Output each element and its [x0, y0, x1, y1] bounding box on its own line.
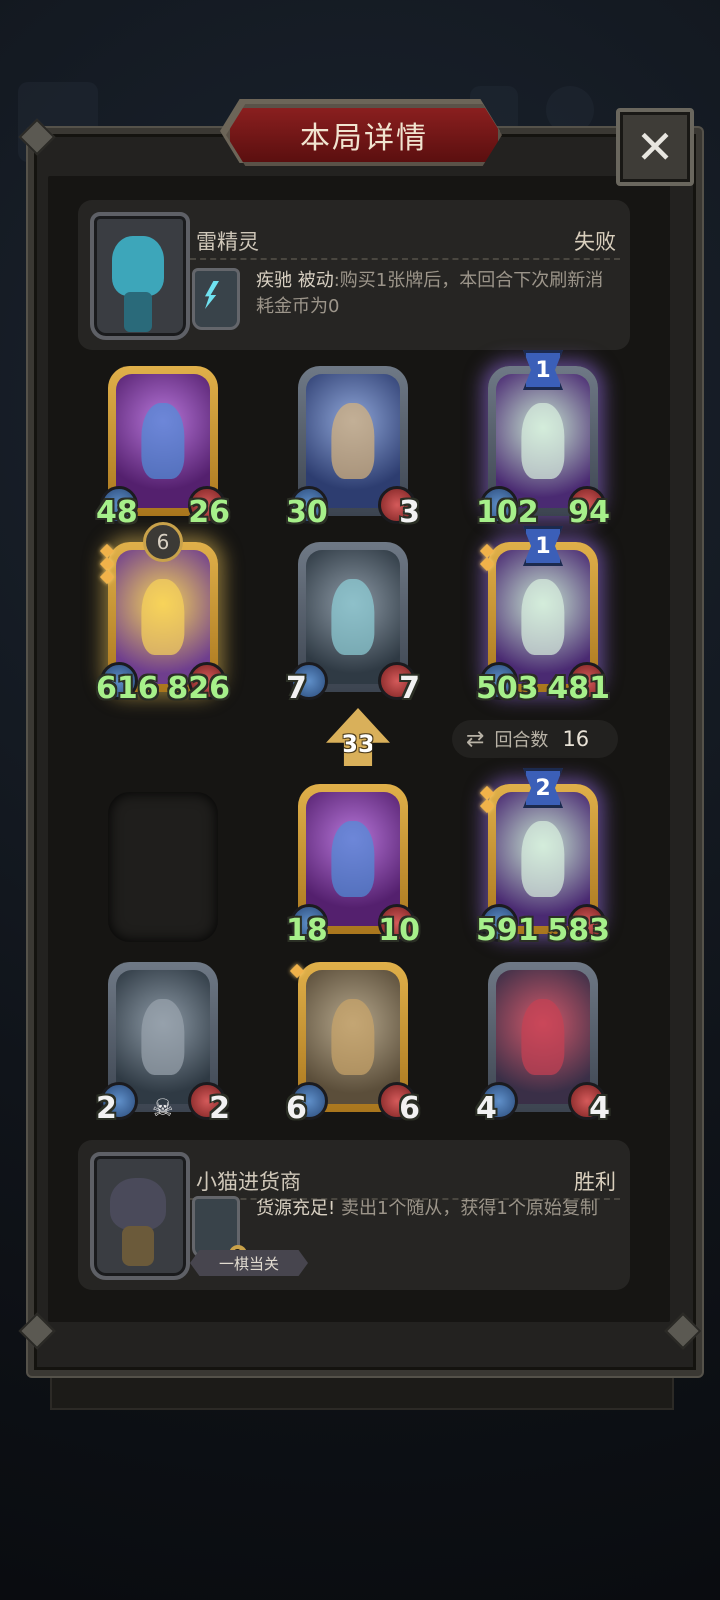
attack-value: 18 — [286, 913, 328, 948]
elf-sorceress-art — [116, 374, 210, 508]
minion-card[interactable]: 1 102 94 — [476, 350, 610, 528]
minion-card[interactable]: 2 591 583 — [476, 768, 610, 946]
achievement-tag: 一棋当关 — [190, 1250, 308, 1276]
attack-value: 6 — [286, 1091, 307, 1126]
clown-art — [496, 970, 590, 1104]
health-value: 94 — [568, 495, 610, 530]
airship-art — [306, 970, 400, 1104]
minion-card[interactable]: 4 4 — [476, 962, 610, 1124]
background-gear-icon — [546, 86, 594, 134]
player-hero-box: 小猫进货商 胜利 2 货源充足! 卖出1个随从，获得1个原始复制 一棋当关 — [78, 1140, 630, 1290]
ghost-horse-art — [496, 550, 590, 684]
attack-value: 503 — [476, 671, 539, 706]
skill-name: 货源充足! — [256, 1198, 336, 1219]
skill-type: 被动 — [297, 270, 334, 291]
lightning-skill-icon[interactable] — [192, 268, 240, 330]
close-icon: ✕ — [635, 120, 675, 174]
attack-value: 48 — [96, 495, 138, 530]
round-counter: ⇄ 回合数 16 — [452, 720, 618, 758]
attack-value: 591 — [476, 913, 539, 948]
skull-icon: ☠ — [152, 1094, 174, 1122]
attack-value: 102 — [476, 495, 539, 530]
title-banner: 本局详情 — [226, 104, 502, 166]
golden-pips — [289, 963, 305, 979]
hero-name: 雷精灵 — [196, 230, 259, 254]
health-value: 3 — [399, 495, 420, 530]
result-label: 失败 — [574, 230, 616, 254]
divider — [190, 258, 620, 260]
hero-skill-description: 疾驰 被动:购买1张牌后，本回合下次刷新消耗金币为0 — [256, 268, 616, 320]
valkyrie-art — [306, 550, 400, 684]
hero-skill-description: 货源充足! 卖出1个随从，获得1个原始复制 — [256, 1196, 616, 1222]
minion-card[interactable]: 1 503 481 — [476, 526, 610, 704]
refresh-icon: ⇄ — [466, 726, 485, 752]
round-label: 回合数 — [494, 730, 549, 751]
level-up-value: 33 — [341, 730, 375, 758]
skill-name: 疾驰 — [256, 270, 292, 291]
health-value: 26 — [188, 495, 230, 530]
cat-merchant-portrait[interactable] — [90, 1152, 190, 1280]
health-value: 7 — [399, 671, 420, 706]
tier-badge: 1 — [523, 350, 563, 390]
level-badge: 6 — [143, 522, 183, 562]
minion-card[interactable]: 6 616 826 — [96, 522, 230, 704]
supply-skill-icon[interactable]: 2 — [192, 1196, 247, 1263]
health-value: 826 — [167, 671, 230, 706]
hero-name: 小猫进货商 — [196, 1170, 301, 1194]
health-value: 10 — [378, 913, 420, 948]
golden-pips — [479, 785, 495, 814]
result-label: 胜利 — [574, 1170, 616, 1194]
minion-card[interactable]: 7 7 — [286, 542, 420, 704]
minion-card[interactable]: 2 2 ☠ — [96, 962, 230, 1124]
health-value: 4 — [589, 1091, 610, 1126]
sleepy-mage-art — [116, 550, 210, 684]
round-value: 16 — [562, 727, 590, 751]
tier-badge: 2 — [523, 768, 563, 808]
elf-sorceress-art — [306, 792, 400, 926]
empty-card-slot — [108, 792, 218, 942]
king-art — [306, 374, 400, 508]
ghost-horse-art — [496, 374, 590, 508]
attack-value: 30 — [286, 495, 328, 530]
health-value: 6 — [399, 1091, 420, 1126]
health-value: 583 — [547, 913, 610, 948]
golden-pips — [99, 543, 115, 585]
minion-card[interactable]: 30 3 — [286, 366, 420, 528]
minion-card[interactable]: 6 6 — [286, 962, 420, 1124]
ghost-horse-art — [496, 792, 590, 926]
health-value: 2 — [209, 1091, 230, 1126]
close-button[interactable]: ✕ — [616, 108, 694, 186]
minion-card[interactable]: 48 26 — [96, 366, 230, 528]
health-value: 481 — [547, 671, 610, 706]
attack-value: 4 — [476, 1091, 497, 1126]
attack-value: 2 — [96, 1091, 117, 1126]
golden-pips — [479, 543, 495, 572]
minion-card[interactable]: 18 10 — [286, 784, 420, 946]
robot-art — [116, 970, 210, 1104]
thunder-sprite-portrait[interactable] — [90, 212, 190, 340]
skill-desc: 卖出1个随从，获得1个原始复制 — [340, 1198, 598, 1219]
opponent-hero-box: 雷精灵 失败 疾驰 被动:购买1张牌后，本回合下次刷新消耗金币为0 — [78, 200, 630, 350]
tier-badge: 1 — [523, 526, 563, 566]
attack-value: 7 — [286, 671, 307, 706]
page-title: 本局详情 — [300, 121, 428, 156]
attack-value: 616 — [96, 671, 159, 706]
